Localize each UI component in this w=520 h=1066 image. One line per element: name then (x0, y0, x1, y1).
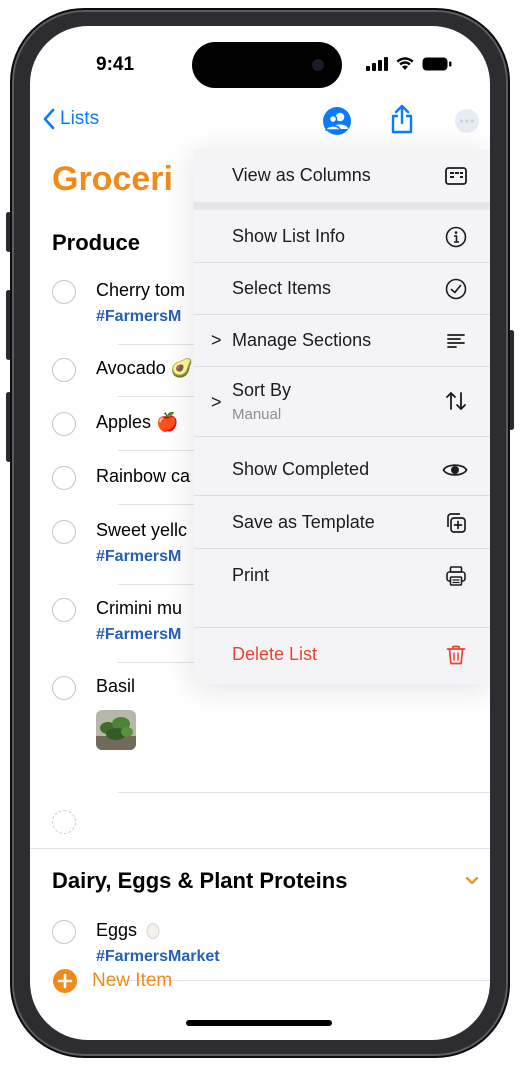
item-tag[interactable]: #FarmersM (96, 308, 181, 326)
chevron-right-icon: > (211, 330, 222, 350)
item-tag[interactable]: #FarmersM (96, 626, 181, 644)
status-time: 9:41 (96, 54, 135, 75)
new-item-label: New Item (92, 970, 173, 991)
status-icons (366, 56, 452, 71)
divider (118, 792, 490, 793)
completion-circle[interactable] (52, 676, 76, 700)
menu-item-delete-list[interactable]: Delete List (194, 628, 490, 680)
menu-item-sublabel: Manual (232, 406, 282, 423)
new-item-placeholder-circle[interactable] (52, 810, 76, 834)
avocado-emoji: 🥑 (170, 358, 194, 378)
chevron-down-icon (465, 876, 479, 885)
menu-item-label: Sort By (232, 380, 292, 400)
plus-circle-icon (53, 969, 77, 993)
context-menu: View as Columns Show List Info Select It… (194, 150, 490, 684)
dynamic-island (192, 42, 342, 88)
more-ellipsis-icon (455, 109, 479, 133)
section-title-produce: Produce (52, 230, 141, 255)
menu-item-label: Delete List (232, 644, 318, 664)
menu-item-view-as-columns[interactable]: View as Columns (194, 150, 490, 202)
menu-item-manage-sections[interactable]: > Manage Sections (194, 314, 490, 366)
menu-item-sort-by[interactable]: > Sort By Manual (194, 366, 490, 436)
menu-item-label: Show List Info (232, 226, 346, 246)
menu-item-label: Select Items (232, 278, 332, 298)
eye-icon (442, 464, 468, 476)
completion-circle[interactable] (52, 920, 76, 944)
menu-item-show-completed[interactable]: Show Completed (194, 443, 490, 495)
item-text: Cherry tom (96, 280, 186, 300)
item-text: Avocado 🥑 (96, 358, 193, 379)
item-text: Basil (96, 676, 136, 696)
section-title-dairy: Dairy, Eggs & Plant Proteins (52, 868, 348, 893)
shared-people-icon (323, 107, 351, 135)
completion-circle[interactable] (52, 466, 76, 490)
template-icon (447, 513, 466, 533)
menu-item-label: Show Completed (232, 459, 370, 479)
completion-circle[interactable] (52, 280, 76, 304)
completion-circle[interactable] (52, 412, 76, 436)
plant-image (96, 710, 136, 750)
home-indicator (186, 1020, 332, 1026)
egg-icon (146, 923, 160, 939)
section-collapse-button[interactable] (464, 874, 480, 892)
share-list-button[interactable] (322, 106, 354, 141)
menu-item-show-list-info[interactable]: Show List Info (194, 210, 490, 262)
section-divider (30, 848, 490, 849)
info-icon (445, 226, 467, 248)
item-text: Rainbow ca (96, 466, 191, 486)
chevron-left-icon (43, 108, 55, 130)
screen: 9:41 Lists Groceri Produce Cherry tom #F… (30, 26, 490, 1040)
more-button[interactable] (454, 108, 480, 139)
chevron-right-icon: > (211, 392, 222, 412)
columns-icon (445, 167, 467, 185)
back-button[interactable]: Lists (42, 108, 99, 130)
item-text: Eggs (96, 920, 160, 941)
item-tag[interactable]: #FarmersM (96, 548, 181, 566)
checkmark-circle-icon (445, 278, 467, 300)
item-label: Avocado (96, 358, 166, 378)
new-item-button[interactable]: New Item (52, 968, 172, 994)
share-button[interactable] (390, 104, 414, 139)
apple-emoji: 🍎 (156, 412, 179, 432)
menu-item-label: Manage Sections (232, 330, 372, 350)
printer-icon (446, 566, 466, 586)
menu-item-save-as-template[interactable]: Save as Template (194, 496, 490, 548)
cellular-signal-icon (366, 57, 388, 71)
menu-divider (194, 436, 490, 437)
menu-item-label: Save as Template (232, 512, 375, 532)
menu-item-print[interactable]: Print (194, 549, 490, 601)
completion-circle[interactable] (52, 358, 76, 382)
camera-icon (312, 59, 324, 71)
item-tag[interactable]: #FarmersMarket (96, 948, 220, 966)
trash-icon (446, 645, 466, 665)
basil-photo-thumbnail[interactable] (96, 710, 136, 750)
item-text: Apples 🍎 (96, 412, 178, 433)
item-label: Eggs (96, 920, 138, 940)
sort-icon (446, 392, 466, 410)
list-title: Groceri (52, 160, 173, 198)
completion-circle[interactable] (52, 598, 76, 622)
item-text: Sweet yellc (96, 520, 188, 540)
divider (118, 980, 490, 981)
menu-item-select-items[interactable]: Select Items (194, 262, 490, 314)
menu-item-label: View as Columns (232, 165, 371, 185)
item-text: Crimini mu (96, 598, 183, 618)
item-label: Apples (96, 412, 152, 432)
battery-icon (422, 57, 452, 71)
share-icon (391, 104, 413, 134)
completion-circle[interactable] (52, 520, 76, 544)
menu-item-label: Print (232, 565, 270, 585)
menu-group-separator (194, 202, 490, 210)
back-label: Lists (60, 108, 100, 129)
sections-icon (447, 334, 465, 348)
wifi-icon (396, 57, 414, 70)
